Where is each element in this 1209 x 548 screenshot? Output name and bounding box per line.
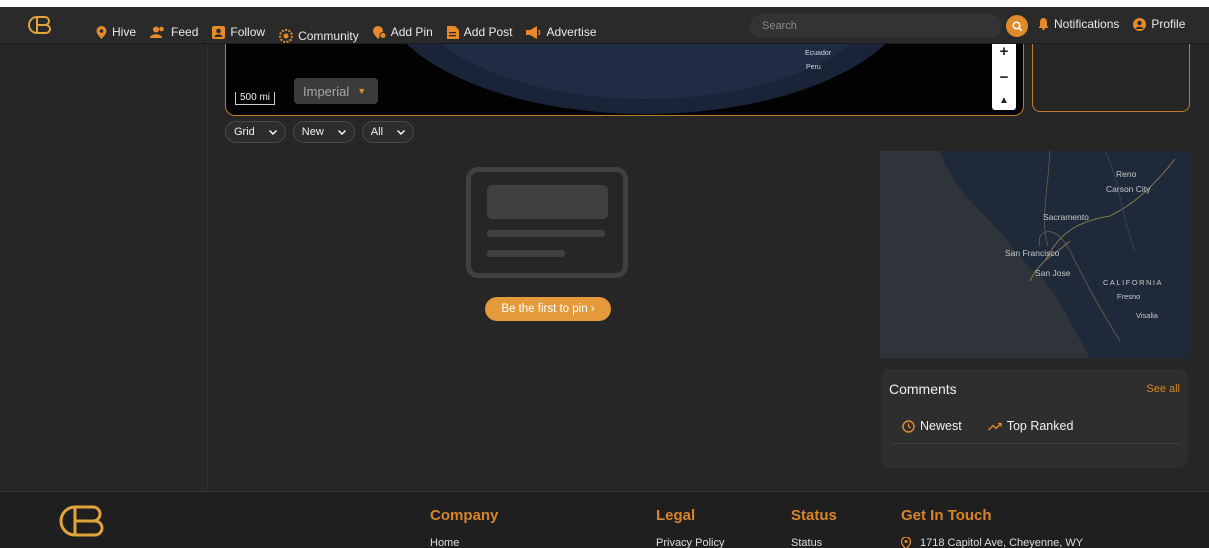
city-label: Sacramento [1043,212,1089,222]
footer-status: Status Status [791,507,837,548]
nav-add-pin-label: Add Pin [390,25,433,39]
search-input[interactable] [750,14,1002,38]
profile-label: Profile [1151,17,1186,31]
units-dropdown[interactable]: Imperial ▼ [294,78,378,104]
map-scale: 500 mi [235,92,276,105]
map-pin-icon [96,25,107,39]
city-label: San Jose [1035,268,1071,278]
nav-hive-label: Hive [112,25,137,39]
nav-add-pin[interactable]: Add Pin [372,21,433,43]
region-map[interactable]: Reno Carson City Sacramento San Francisc… [880,151,1190,358]
search-button[interactable] [1006,15,1028,37]
footer-legal: Legal Privacy Policy [656,507,724,548]
zoom-in-button[interactable]: + [1000,44,1009,60]
compass-icon[interactable]: ▲ [999,95,1009,106]
chevron-down-icon [337,129,346,135]
chevron-down-icon [397,129,406,135]
nav-feed-label: Feed [171,25,199,39]
map-label-peru: Peru [806,64,821,71]
brand-logo-icon[interactable] [28,15,54,35]
footer: Company Home Legal Privacy Policy Status… [0,491,1209,548]
profile-icon [1133,17,1147,31]
megaphone-icon [526,25,541,39]
account-nav: Notifications Profile [1038,17,1185,31]
footer-company-heading: Company [430,507,499,524]
chevron-down-icon [268,129,277,135]
city-label: Fresno [1117,292,1141,301]
location-icon [901,537,911,548]
chevron-down-icon: ▼ [357,86,367,96]
first-pin-button[interactable]: Be the first to pin › [485,297,611,321]
comments-divider [891,443,1180,444]
nav-feed[interactable]: Feed [150,21,198,43]
footer-status-link[interactable]: Status [791,537,837,548]
feed-filters: Grid New All [225,121,415,143]
footer-logo-icon[interactable] [55,504,113,538]
add-pin-icon [372,25,386,39]
nav-add-post[interactable]: Add Post [446,21,513,43]
users-icon [150,26,164,38]
comments-tabs: Newest Top Ranked [902,419,1073,433]
search-icon [1011,20,1023,32]
nav-follow-label: Follow [230,25,266,39]
nav-advertise-label: Advertise [546,25,597,39]
see-all-link[interactable]: See all [1146,383,1180,395]
comments-title: Comments [889,381,957,397]
layout-filter[interactable]: Grid [225,121,286,143]
add-post-icon [446,25,459,39]
footer-address: 1718 Capitol Ave, Cheyenne, WY [901,537,1083,548]
footer-privacy-link[interactable]: Privacy Policy [656,537,724,548]
city-label: Visalia [1136,311,1158,320]
state-label: CALIFORNIA [1103,278,1164,287]
tab-newest-label: Newest [920,419,962,433]
profile-link[interactable]: Profile [1133,17,1185,31]
zoom-out-button[interactable]: − [1000,69,1009,86]
footer-status-heading: Status [791,507,837,524]
top-nav-bar: Hive Feed Follow Community Add Pin Add P… [0,0,1209,49]
nav-add-post-label: Add Post [463,25,513,39]
tab-top-ranked[interactable]: Top Ranked [987,419,1074,433]
footer-address-text: 1718 Capitol Ave, Cheyenne, WY [920,537,1084,548]
right-top-panel [1032,44,1190,112]
notifications-label: Notifications [1054,17,1120,31]
footer-contact: Get In Touch 1718 Capitol Ave, Cheyenne,… [901,507,1083,548]
city-label: Reno [1116,169,1137,179]
footer-company: Company Home [430,507,498,548]
empty-card-illustration [466,167,628,278]
follow-icon [212,25,226,39]
map-label-ecuador: Ecuador [805,50,832,57]
tab-top-ranked-label: Top Ranked [1006,419,1074,433]
footer-legal-heading: Legal [656,507,696,524]
nav-hive[interactable]: Hive [96,21,136,43]
footer-home-link[interactable]: Home [430,537,498,548]
world-map[interactable]: Ecuador Peru 500 mi Imperial ▼ + − ▲ [225,44,1024,116]
notifications-link[interactable]: Notifications [1038,17,1119,31]
bell-icon [1038,18,1049,30]
city-label: Carson City [1106,184,1151,194]
nav-follow[interactable]: Follow [212,21,265,43]
comments-panel: Comments See all Newest Top Ranked [881,369,1188,468]
units-label: Imperial [303,83,350,99]
nav-community-label: Community [298,28,359,43]
scope-filter[interactable]: All [361,121,415,143]
left-sidebar [0,44,208,491]
sort-filter[interactable]: New [292,121,355,143]
community-icon [279,28,294,43]
sort-filter-label: New [301,126,324,138]
tab-newest[interactable]: Newest [902,419,962,433]
city-label: San Francisco [1005,248,1060,258]
scope-filter-label: All [370,126,384,138]
nav-advertise[interactable]: Advertise [526,21,597,43]
map-zoom-control: + − ▲ [992,44,1016,110]
layout-filter-label: Grid [234,126,255,138]
trending-icon [987,422,1002,430]
clock-icon [902,419,915,433]
footer-contact-heading: Get In Touch [901,507,992,524]
